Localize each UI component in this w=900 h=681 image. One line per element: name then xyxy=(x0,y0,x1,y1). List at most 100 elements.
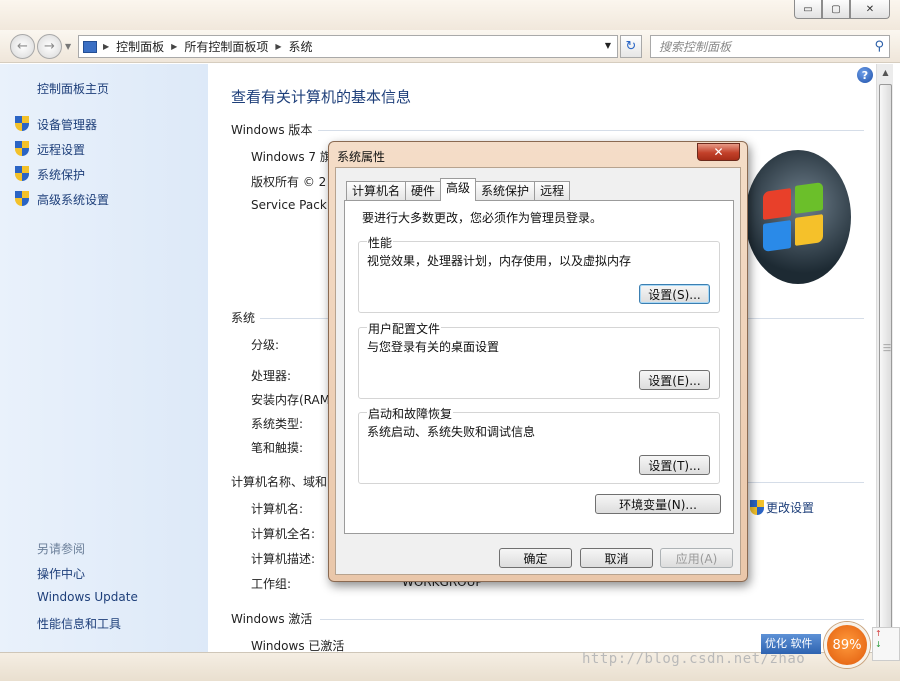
sidebar-item-control-panel-home[interactable]: 控制面板主页 xyxy=(37,80,109,97)
dialog-close-button[interactable]: ✕ xyxy=(697,143,740,161)
uac-shield-icon xyxy=(15,166,29,181)
back-arrow-icon: ← xyxy=(17,39,28,54)
navigation-bar: ← → ▼ ▶ 控制面板 ▶ 所有控制面板项 ▶ 系统 ▼ ↻ 搜索控制面板 ⚲ xyxy=(0,30,900,63)
system-section-heading: 系统 xyxy=(231,311,256,325)
startup-recovery-group-description: 系统启动、系统失败和调试信息 xyxy=(367,425,536,439)
breadcrumb-separator-icon[interactable]: ▶ xyxy=(171,42,177,51)
grip-icon: — — — xyxy=(883,340,891,355)
dialog-tabs: 计算机名 硬件 高级 系统保护 远程 xyxy=(346,178,571,201)
left-task-pane: 控制面板主页 设备管理器 远程设置 系统保护 高级系统设置 另请参阅 操作中心 … xyxy=(0,64,208,652)
processor-label: 处理器: xyxy=(251,369,292,383)
network-stats: ↑ ↓ xyxy=(872,627,900,661)
close-icon: ✕ xyxy=(713,145,724,159)
search-placeholder: 搜索控制面板 xyxy=(659,40,732,54)
scroll-thumb[interactable]: — — — xyxy=(879,84,892,639)
sidebar-item-advanced-settings[interactable]: 高级系统设置 xyxy=(37,191,109,208)
dialog-body: 计算机名 硬件 高级 系统保护 远程 要进行大多数更改，您必须作为管理员登录。 … xyxy=(335,167,741,575)
refresh-button[interactable]: ↻ xyxy=(620,35,642,58)
change-settings-link[interactable]: 更改设置 xyxy=(750,499,814,516)
vertical-scrollbar[interactable]: ▲ ——— ▼ xyxy=(876,64,893,652)
cancel-button[interactable]: 取消 xyxy=(580,548,653,568)
tab-advanced[interactable]: 高级 xyxy=(440,178,477,201)
full-computer-name-label: 计算机全名: xyxy=(251,527,316,541)
performance-group: 性能 视觉效果，处理器计划，内存使用，以及虚拟内存 设置(S)... xyxy=(358,234,720,313)
section-divider xyxy=(318,130,864,131)
service-pack-text: Service Pack xyxy=(251,198,327,212)
admin-notice: 要进行大多数更改，您必须作为管理员登录。 xyxy=(362,211,603,225)
sidebar-item-performance-tools[interactable]: 性能信息和工具 xyxy=(37,615,121,632)
refresh-icon: ↻ xyxy=(625,39,637,54)
page-title: 查看有关计算机的基本信息 xyxy=(231,88,412,106)
control-panel-icon xyxy=(83,40,97,53)
performance-group-description: 视觉效果，处理器计划，内存使用，以及虚拟内存 xyxy=(367,254,632,268)
sidebar-item-system-protection[interactable]: 系统保护 xyxy=(37,166,85,183)
search-input[interactable]: 搜索控制面板 ⚲ xyxy=(650,35,890,58)
uac-shield-icon xyxy=(750,500,764,515)
activation-section-heading: Windows 激活 xyxy=(231,612,313,626)
system-properties-dialog: 系统属性 ✕ 计算机名 硬件 高级 系统保护 远程 要进行大多数更改，您必须作为… xyxy=(328,141,748,582)
computer-description-label: 计算机描述: xyxy=(251,552,316,566)
ok-button[interactable]: 确定 xyxy=(499,548,572,568)
uac-shield-icon xyxy=(15,116,29,131)
scroll-up-icon[interactable]: ▲ xyxy=(877,64,894,81)
pen-touch-label: 笔和触摸: xyxy=(251,441,304,455)
recent-pages-dropdown[interactable]: ▼ xyxy=(65,42,71,51)
breadcrumb-control-panel[interactable]: 控制面板 xyxy=(116,38,164,55)
optimize-software-button[interactable]: 优化 软件 xyxy=(761,634,821,654)
sidebar-item-windows-update[interactable]: Windows Update xyxy=(37,590,138,604)
help-icon[interactable]: ? xyxy=(857,67,873,83)
windows-logo xyxy=(745,150,851,284)
breadcrumb-system[interactable]: 系统 xyxy=(289,38,313,55)
environment-variables-button[interactable]: 环境变量(N)... xyxy=(595,494,721,514)
user-profiles-settings-button[interactable]: 设置(E)... xyxy=(639,370,710,390)
back-button[interactable]: ← xyxy=(10,34,35,59)
sidebar-item-remote-settings[interactable]: 远程设置 xyxy=(37,141,85,158)
installed-memory-label: 安装内存(RAM xyxy=(251,393,331,407)
rating-label: 分级: xyxy=(251,338,280,352)
performance-gauge[interactable]: 89% xyxy=(824,622,870,668)
tab-hardware[interactable]: 硬件 xyxy=(405,181,442,201)
startup-recovery-group: 启动和故障恢复 系统启动、系统失败和调试信息 设置(T)... xyxy=(358,405,720,484)
copyright-text: 版权所有 © 2 xyxy=(251,175,327,189)
forward-arrow-icon: → xyxy=(44,39,55,54)
forward-button[interactable]: → xyxy=(37,34,62,59)
computer-name-label: 计算机名: xyxy=(251,502,304,516)
see-also-heading: 另请参阅 xyxy=(37,542,86,556)
advanced-tab-panel: 要进行大多数更改，您必须作为管理员登录。 性能 视觉效果，处理器计划，内存使用，… xyxy=(344,200,734,534)
section-divider xyxy=(320,619,864,620)
address-dropdown-icon[interactable]: ▼ xyxy=(605,41,611,50)
apply-button[interactable]: 应用(A) xyxy=(660,548,733,568)
change-settings-label: 更改设置 xyxy=(766,501,815,515)
sidebar-item-device-manager[interactable]: 设备管理器 xyxy=(37,116,97,133)
startup-recovery-settings-button[interactable]: 设置(T)... xyxy=(639,455,710,475)
performance-settings-button[interactable]: 设置(S)... xyxy=(639,284,710,304)
maximize-button[interactable]: ▢ xyxy=(822,0,850,19)
tab-computer-name[interactable]: 计算机名 xyxy=(346,181,407,201)
performance-group-title: 性能 xyxy=(367,234,394,251)
tab-remote[interactable]: 远程 xyxy=(534,181,571,201)
computer-name-section-heading: 计算机名称、域和 xyxy=(231,475,328,489)
address-bar[interactable]: ▶ 控制面板 ▶ 所有控制面板项 ▶ 系统 ▼ xyxy=(78,35,618,58)
tab-system-protection[interactable]: 系统保护 xyxy=(475,181,536,201)
breadcrumb-separator-icon[interactable]: ▶ xyxy=(275,42,281,51)
gauge-value: 89% xyxy=(832,637,862,653)
uac-shield-icon xyxy=(15,191,29,206)
download-arrow-icon: ↓ xyxy=(875,640,882,649)
breadcrumb-separator-icon[interactable]: ▶ xyxy=(103,42,109,51)
system-type-label: 系统类型: xyxy=(251,417,304,431)
user-profiles-group: 用户配置文件 与您登录有关的桌面设置 设置(E)... xyxy=(358,320,720,399)
sidebar-item-action-center[interactable]: 操作中心 xyxy=(37,565,85,582)
startup-recovery-group-title: 启动和故障恢复 xyxy=(367,405,454,422)
uac-shield-icon xyxy=(15,141,29,156)
title-bar: ▭ ▢ ✕ xyxy=(0,0,900,30)
close-button[interactable]: ✕ xyxy=(850,0,890,19)
upload-arrow-icon: ↑ xyxy=(875,629,882,638)
edition-name: Windows 7 旗 xyxy=(251,150,332,164)
search-icon[interactable]: ⚲ xyxy=(874,39,884,54)
breadcrumb-all-items[interactable]: 所有控制面板项 xyxy=(184,38,268,55)
user-profiles-group-description: 与您登录有关的桌面设置 xyxy=(367,340,500,354)
dialog-title: 系统属性 xyxy=(337,150,386,164)
window-controls: ▭ ▢ ✕ xyxy=(794,0,890,19)
minimize-button[interactable]: ▭ xyxy=(794,0,822,19)
workgroup-label: 工作组: xyxy=(251,577,292,591)
